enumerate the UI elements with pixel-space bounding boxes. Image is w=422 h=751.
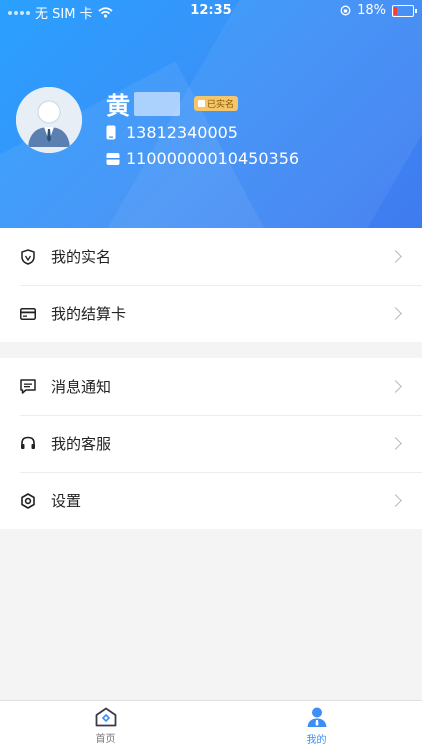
menu-item-settlement-card[interactable]: 我的结算卡 bbox=[0, 285, 422, 342]
menu-label: 消息通知 bbox=[51, 378, 112, 396]
tab-home-label: 首页 bbox=[95, 734, 116, 745]
phone-icon bbox=[106, 125, 120, 141]
menu-item-settings[interactable]: 设置 bbox=[0, 472, 422, 529]
menu-item-real-name[interactable]: 我的实名 bbox=[0, 228, 422, 285]
phone-number: 13812340005 bbox=[126, 123, 238, 142]
chevron-right-icon bbox=[389, 306, 402, 320]
menu-label: 设置 bbox=[51, 492, 82, 510]
battery-icon bbox=[392, 4, 417, 17]
verified-badge: 已实名 bbox=[194, 96, 239, 111]
profile-header: 无 SIM 卡 12:35 18% 黄 已实名 13812340005 1100… bbox=[0, 0, 422, 236]
terminal-icon bbox=[106, 151, 120, 167]
menu-item-notifications[interactable]: 消息通知 bbox=[0, 358, 422, 415]
menu-item-customer-service[interactable]: 我的客服 bbox=[0, 415, 422, 472]
user-icon bbox=[307, 707, 326, 727]
rotation-lock-icon bbox=[340, 5, 351, 16]
headset-icon bbox=[20, 436, 36, 452]
home-icon bbox=[95, 707, 116, 727]
battery-percent: 18% bbox=[357, 3, 386, 18]
menu-group-1: 我的实名 我的结算卡 bbox=[0, 228, 422, 342]
menu-label: 我的结算卡 bbox=[51, 305, 127, 323]
user-name: 黄 bbox=[106, 92, 130, 120]
masked-name bbox=[134, 91, 180, 116]
message-icon bbox=[20, 379, 36, 395]
tab-mine[interactable]: 我的 bbox=[211, 701, 422, 751]
chevron-right-icon bbox=[389, 493, 402, 507]
settings-icon bbox=[20, 492, 36, 509]
phone-row: 13812340005 bbox=[106, 123, 238, 142]
chevron-right-icon bbox=[389, 249, 402, 263]
shield-icon bbox=[20, 248, 36, 265]
tab-bar: 首页 我的 bbox=[0, 700, 422, 751]
menu-label: 我的实名 bbox=[51, 248, 112, 266]
status-bar: 无 SIM 卡 12:35 18% bbox=[0, 0, 422, 22]
menu-label: 我的客服 bbox=[51, 435, 112, 453]
badge-icon bbox=[198, 100, 205, 107]
tab-home[interactable]: 首页 bbox=[0, 701, 211, 751]
card-row: 11000000010450356 bbox=[106, 149, 299, 168]
chevron-right-icon bbox=[389, 436, 402, 450]
card-icon bbox=[20, 306, 36, 322]
tab-mine-label: 我的 bbox=[306, 735, 327, 746]
card-number: 11000000010450356 bbox=[126, 149, 300, 168]
menu-group-2: 消息通知 我的客服 设置 bbox=[0, 358, 422, 529]
user-avatar-icon bbox=[16, 87, 82, 153]
avatar[interactable] bbox=[16, 87, 82, 153]
chevron-right-icon bbox=[389, 379, 402, 393]
